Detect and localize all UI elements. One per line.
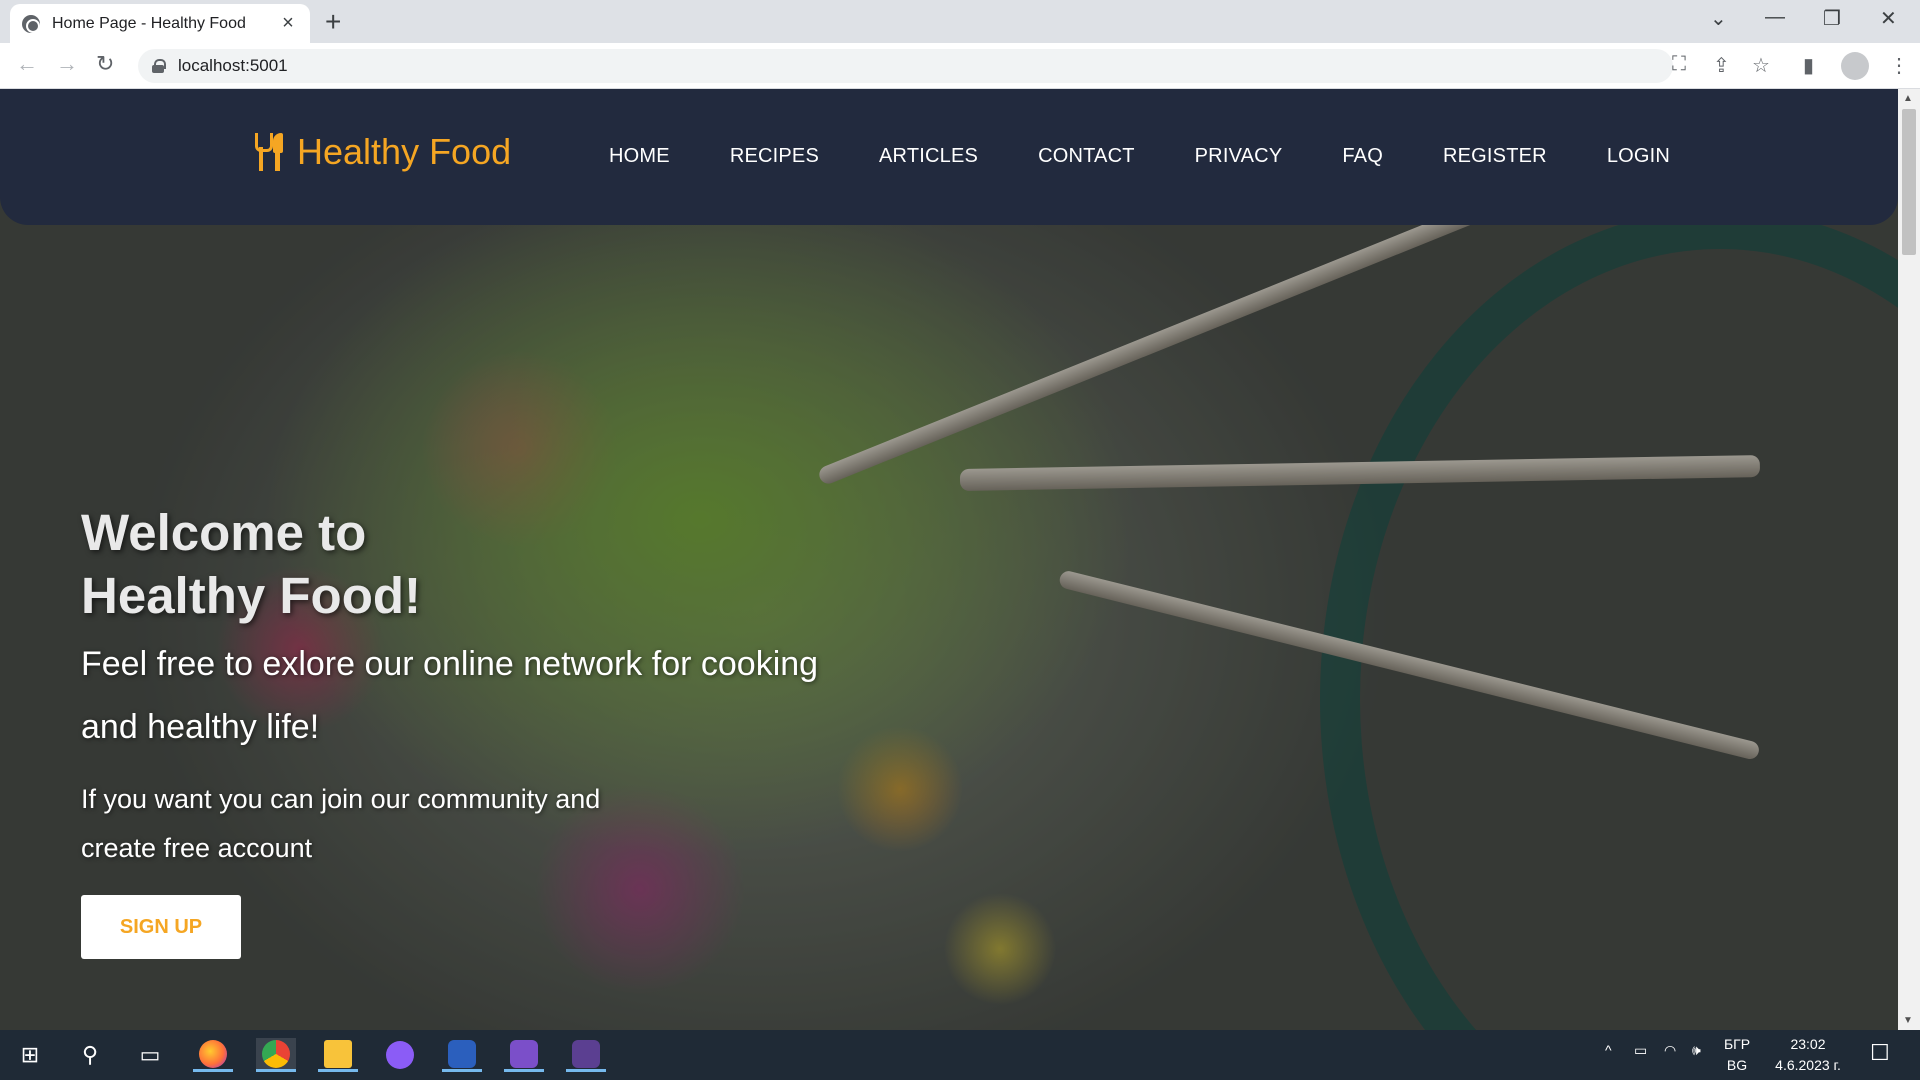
battery-icon[interactable]: ▭	[1634, 1042, 1647, 1059]
globe-icon	[22, 14, 40, 33]
hero-text: If you want you can join our community a…	[81, 784, 601, 863]
browser-tab[interactable]: Home Page - Healthy Food ×	[10, 4, 310, 43]
windows-taskbar: ⊞ ⚲ ▭ ^ ▭ ◠ 🕪 БГР BG 23:02 4.6.2023 г. ☐	[0, 1030, 1920, 1080]
nav-contact[interactable]: CONTACT	[1038, 145, 1135, 168]
file-explorer-icon[interactable]	[318, 1038, 358, 1072]
nav-register[interactable]: REGISTER	[1443, 145, 1547, 168]
hero-section: Welcome to Healthy Food! Feel free to ex…	[81, 501, 841, 959]
site-logo[interactable]: Healthy Food	[253, 131, 511, 173]
start-icon[interactable]: ⊞	[10, 1038, 50, 1072]
url-text: localhost:5001	[178, 56, 288, 75]
scroll-down-arrow-icon[interactable]: ▼	[1903, 1015, 1913, 1026]
nav-privacy[interactable]: PRIVACY	[1195, 145, 1283, 168]
hero-title-line2: Healthy Food!	[81, 567, 421, 624]
tab-title: Home Page - Healthy Food	[52, 14, 246, 32]
language-indicator[interactable]: БГР BG	[1715, 1034, 1759, 1076]
address-bar[interactable]: localhost:5001	[138, 49, 1673, 83]
nav-faq[interactable]: FAQ	[1342, 145, 1383, 168]
wifi-icon[interactable]: ◠	[1664, 1042, 1676, 1059]
bookmark-star-icon[interactable]: ☆	[1752, 53, 1770, 78]
keyboard-layout: BG	[1726, 1057, 1748, 1073]
clock-time: 23:02	[1790, 1036, 1826, 1052]
search-icon[interactable]: ⚲	[70, 1038, 110, 1072]
brand-name: Healthy Food	[297, 131, 512, 172]
share-icon[interactable]: ⇪	[1713, 53, 1730, 78]
browser-menu-icon[interactable]: ⋮	[1889, 53, 1909, 78]
minimize-button[interactable]: —	[1765, 6, 1785, 29]
site-navbar: Healthy Food HOME RECIPES ARTICLES CONTA…	[0, 89, 1898, 225]
hero-title-line1: Welcome to	[81, 504, 367, 561]
browser-tab-strip: Home Page - Healthy Food × + ⌄ — ❐ ✕	[0, 0, 1920, 43]
restore-button[interactable]: ❐	[1823, 6, 1841, 31]
scroll-up-arrow-icon[interactable]: ▲	[1903, 93, 1913, 104]
web-page: Healthy Food HOME RECIPES ARTICLES CONTA…	[0, 89, 1898, 1030]
profile-avatar[interactable]	[1841, 52, 1869, 80]
nav-home[interactable]: HOME	[609, 145, 670, 168]
chrome-icon[interactable]	[256, 1038, 296, 1072]
scroll-thumb[interactable]	[1902, 109, 1916, 255]
page-scrollbar[interactable]: ▲ ▼	[1898, 89, 1920, 1030]
language-code: БГР	[1723, 1036, 1751, 1052]
sign-up-button[interactable]: SIGN UP	[81, 895, 241, 959]
tab-close-icon[interactable]: ×	[278, 12, 298, 35]
close-window-button[interactable]: ✕	[1880, 6, 1897, 31]
firefox-icon[interactable]	[193, 1038, 233, 1072]
nav-articles[interactable]: ARTICLES	[879, 145, 978, 168]
tab-search-icon[interactable]: ⌄	[1710, 6, 1727, 31]
hero-title: Welcome to Healthy Food!	[81, 501, 841, 627]
show-hidden-icons-icon[interactable]: ^	[1605, 1042, 1612, 1058]
hero-subtitle: Feel free to exlore our online network f…	[81, 645, 819, 746]
lock-icon[interactable]	[152, 59, 166, 73]
browser-toolbar: ← → ↻ localhost:5001 ⛶ ⇪ ☆ ▮ ⋮	[0, 43, 1920, 89]
volume-icon[interactable]: 🕪	[1692, 1042, 1701, 1059]
github-desktop-icon[interactable]	[380, 1038, 420, 1072]
side-panel-icon[interactable]: ▮	[1803, 53, 1814, 78]
translate-icon[interactable]: ⛶	[1672, 53, 1686, 76]
notification-center-icon[interactable]: ☐	[1870, 1040, 1890, 1066]
terminal-icon[interactable]	[566, 1038, 606, 1072]
reload-button[interactable]: ↻	[96, 51, 114, 77]
back-button[interactable]: ←	[16, 51, 38, 77]
forward-button[interactable]: →	[56, 51, 78, 77]
word-icon[interactable]	[442, 1038, 482, 1072]
nav-login[interactable]: LOGIN	[1607, 145, 1670, 168]
task-view-icon[interactable]: ▭	[130, 1038, 170, 1072]
clock-date: 4.6.2023 г.	[1775, 1057, 1841, 1073]
main-nav: HOME RECIPES ARTICLES CONTACT PRIVACY FA…	[609, 145, 1730, 168]
visual-studio-icon[interactable]	[504, 1038, 544, 1072]
nav-recipes[interactable]: RECIPES	[730, 145, 819, 168]
new-tab-button[interactable]: +	[325, 6, 341, 38]
taskbar-clock[interactable]: 23:02 4.6.2023 г.	[1758, 1034, 1858, 1076]
fork-knife-icon	[253, 133, 287, 171]
